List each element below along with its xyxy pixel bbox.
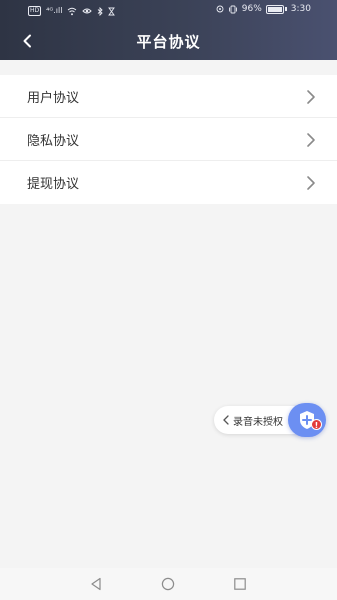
header: HD ⁴ᴳ.ıll 96% 3:30 平台协议: [0, 0, 337, 60]
battery-icon: [265, 4, 284, 14]
recording-permission-label: 录音未授权: [233, 416, 283, 428]
nav-recents-icon[interactable]: [233, 577, 247, 591]
status-bar: HD ⁴ᴳ.ıll 96% 3:30: [0, 0, 337, 22]
list-item-withdrawal-agreement[interactable]: 提现协议: [0, 161, 337, 204]
nav-home-icon[interactable]: [161, 577, 175, 591]
location-icon: [216, 5, 224, 12]
alert-badge: !: [311, 419, 322, 430]
list-item-privacy-agreement[interactable]: 隐私协议: [0, 118, 337, 161]
clock-time: 3:30: [290, 4, 311, 14]
system-nav-bar: [0, 568, 337, 600]
battery-percent: 96%: [241, 4, 262, 14]
agreement-list: 用户协议 隐私协议 提现协议: [0, 75, 337, 204]
status-right: 96% 3:30: [216, 4, 311, 14]
list-item-label: 用户协议: [27, 90, 80, 106]
chevron-right-icon: [307, 90, 315, 104]
vibrate-icon: [228, 5, 237, 13]
signal-icon: ⁴ᴳ.ıll: [46, 6, 63, 15]
wifi-icon: [68, 7, 77, 15]
list-item-label: 隐私协议: [27, 133, 80, 149]
screen: HD ⁴ᴳ.ıll 96% 3:30 平台协议 用户协议 隐私协议 提现协议 录…: [0, 0, 337, 600]
chevron-right-icon: [307, 176, 315, 190]
navbar: 平台协议: [0, 22, 337, 60]
hourglass-icon: [108, 7, 116, 15]
chevron-left-icon: [223, 415, 229, 425]
eye-comfort-icon: [82, 8, 93, 14]
chevron-right-icon: [307, 133, 315, 147]
list-item-label: 提现协议: [27, 177, 80, 192]
page-title: 平台协议: [136, 33, 201, 51]
battery-tip: [284, 7, 287, 11]
status-left: HD ⁴ᴳ.ıll: [28, 5, 116, 17]
list-item-user-agreement[interactable]: 用户协议: [0, 75, 337, 118]
nav-back-icon[interactable]: [89, 577, 103, 591]
shield-plus-button[interactable]: !: [288, 403, 326, 437]
bluetooth-icon: [98, 6, 104, 16]
hd-badge: HD: [28, 6, 42, 16]
